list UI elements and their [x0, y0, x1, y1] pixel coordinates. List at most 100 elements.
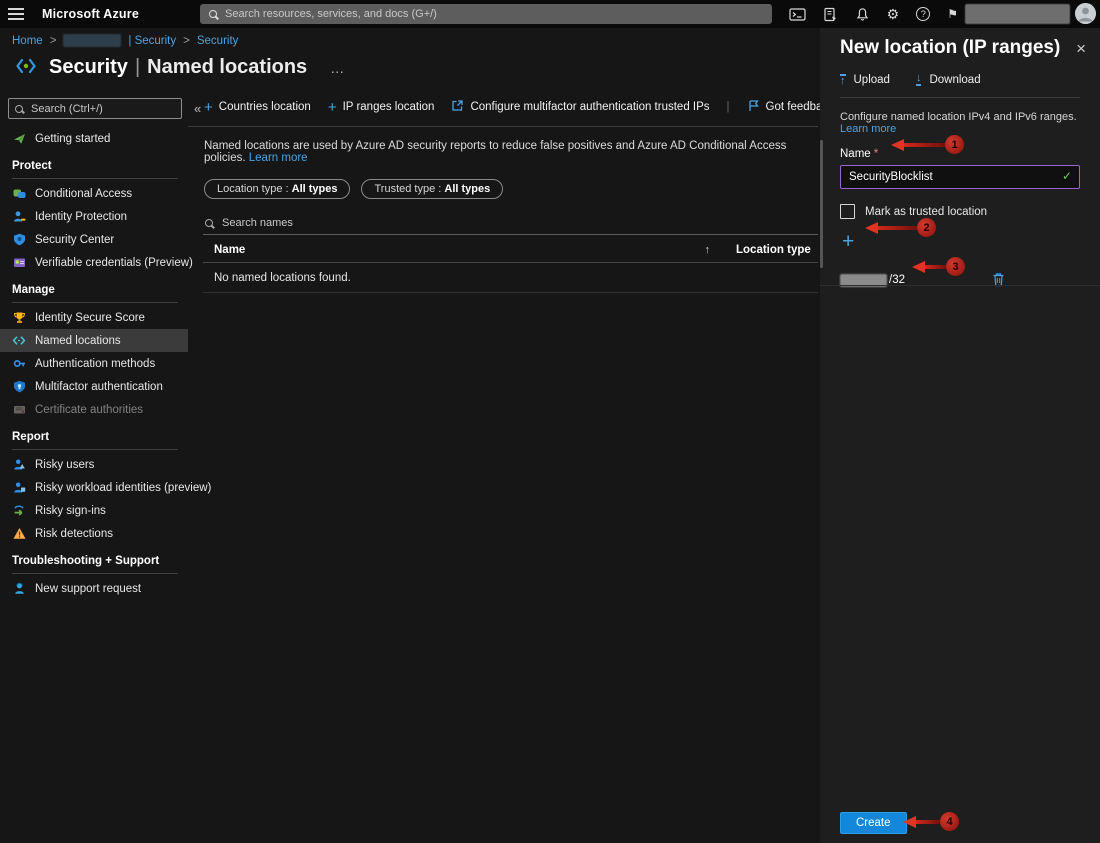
- table-header: Name ↑ Location type: [203, 235, 818, 263]
- annotation-number: 2: [917, 218, 936, 237]
- sidebar-item-label: Authentication methods: [35, 357, 156, 370]
- ip-ranges-location-button[interactable]: + IP ranges location: [327, 98, 435, 116]
- annotation-arrow-4: 4: [903, 812, 959, 831]
- named-locations-icon: [12, 334, 26, 347]
- plus-icon: +: [327, 98, 337, 116]
- divider: [12, 302, 178, 303]
- panel-scrollbar[interactable]: [820, 140, 823, 268]
- filter-trusted-type[interactable]: Trusted type : All types: [361, 179, 504, 199]
- sidebar-item-label: Identity Protection: [35, 210, 128, 223]
- names-search-input[interactable]: [220, 216, 812, 230]
- divider: [12, 178, 178, 179]
- download-button[interactable]: ↓ Download: [915, 73, 981, 86]
- sidebar-item-new-support-request[interactable]: New support request: [0, 577, 188, 600]
- settings-gear-icon[interactable]: ⚙: [887, 7, 900, 21]
- annotation-shaft: [904, 142, 946, 147]
- divider: [12, 449, 178, 450]
- sidebar-item-certificate-authorities[interactable]: Certificate authorities: [0, 398, 188, 421]
- sidebar-section-manage: Manage: [12, 284, 55, 296]
- search-icon: [205, 219, 213, 227]
- column-header-name[interactable]: Name: [214, 244, 705, 256]
- risky-sign-ins-icon: [12, 504, 26, 517]
- sidebar-item-conditional-access[interactable]: Conditional Access: [0, 182, 188, 205]
- configure-mfa-trusted-ips-button[interactable]: Configure multifactor authentication tru…: [451, 99, 710, 115]
- sidebar-item-label: New support request: [35, 582, 142, 595]
- top-bar: Microsoft Azure ⚙ ? ⚑: [0, 0, 1100, 28]
- filter-location-type[interactable]: Location type : All types: [204, 179, 351, 199]
- annotation-number: 3: [946, 257, 965, 276]
- annotation-shaft: [916, 819, 941, 824]
- panel-description: Configure named location IPv4 and IPv6 r…: [840, 111, 1080, 135]
- search-icon: [209, 10, 217, 18]
- sidebar-item-label: Security Center: [35, 233, 115, 246]
- annotation-arrow-3: 3: [912, 257, 965, 276]
- trusted-location-checkbox[interactable]: [840, 204, 855, 219]
- names-search[interactable]: [203, 214, 818, 235]
- sidebar-item-identity-protection[interactable]: Identity Protection: [0, 205, 188, 228]
- sidebar-item-risky-workload-identities[interactable]: Risky workload identities (preview): [0, 476, 211, 499]
- upload-label: Upload: [853, 74, 890, 86]
- create-button[interactable]: Create: [840, 812, 907, 834]
- trusted-location-row: Mark as trusted location: [840, 204, 1080, 219]
- global-search-input[interactable]: [223, 7, 763, 21]
- sidebar-item-identity-secure-score[interactable]: Identity Secure Score: [0, 306, 188, 329]
- sidebar-item-label: Risk detections: [35, 527, 113, 540]
- annotation-arrowhead: [903, 815, 916, 828]
- breadcrumb-page-link[interactable]: Security: [197, 35, 239, 47]
- empty-table-message: No named locations found.: [203, 263, 818, 293]
- account-name-redacted[interactable]: [965, 4, 1070, 24]
- feedback-icon[interactable]: ⚑: [947, 7, 958, 21]
- hamburger-menu-icon[interactable]: [8, 8, 24, 23]
- close-icon[interactable]: ×: [1076, 40, 1086, 57]
- security-center-icon: [12, 233, 26, 246]
- sidebar-item-security-center[interactable]: Security Center: [0, 228, 188, 251]
- upload-button[interactable]: ↑ Upload: [840, 74, 890, 87]
- panel-learn-more-link[interactable]: Learn more: [840, 123, 896, 135]
- annotation-number: 1: [945, 135, 964, 154]
- sort-ascending-icon[interactable]: ↑: [705, 244, 711, 256]
- notifications-bell-icon[interactable]: [855, 7, 870, 22]
- breadcrumb-directory-redacted[interactable]: [63, 34, 122, 47]
- sidebar-item-label: Multifactor authentication: [35, 380, 163, 393]
- delete-ip-trash-icon[interactable]: [992, 272, 1005, 290]
- annotation-arrowhead: [912, 260, 925, 273]
- azure-brand[interactable]: Microsoft Azure: [42, 7, 139, 21]
- annotation-arrow-1: 1: [891, 135, 964, 154]
- page-title: Security | Named locations: [49, 56, 307, 79]
- sidebar-section-troubleshooting: Troubleshooting + Support: [12, 555, 160, 567]
- add-ip-range-button[interactable]: +: [842, 231, 864, 252]
- countries-location-button[interactable]: + Countries location: [204, 100, 311, 115]
- location-name-input[interactable]: [840, 165, 1080, 189]
- sidebar-search[interactable]: [8, 98, 182, 119]
- sidebar-item-risk-detections[interactable]: Risk detections: [0, 522, 188, 545]
- breadcrumb-home-link[interactable]: Home: [12, 35, 43, 47]
- sidebar-item-multifactor-authentication[interactable]: Multifactor authentication: [0, 375, 188, 398]
- annotation-shaft: [878, 225, 918, 230]
- multifactor-authentication-icon: [12, 380, 26, 393]
- page-title-divider: |: [134, 56, 141, 78]
- directory-subscription-icon[interactable]: [823, 7, 838, 22]
- breadcrumb-separator: >: [49, 34, 57, 47]
- sidebar-search-input[interactable]: [29, 101, 175, 116]
- sidebar-item-getting-started[interactable]: Getting started: [0, 127, 188, 150]
- cloud-shell-icon[interactable]: [789, 7, 806, 22]
- configure-mfa-label: Configure multifactor authentication tru…: [470, 101, 710, 113]
- trusted-location-label: Mark as trusted location: [865, 205, 988, 218]
- sidebar-item-verifiable-credentials[interactable]: Verifiable credentials (Preview): [0, 251, 193, 274]
- breadcrumb-directory-security-link[interactable]: | Security: [128, 35, 176, 47]
- breadcrumb-separator: >: [183, 34, 190, 47]
- column-header-location-type[interactable]: Location type: [736, 244, 818, 256]
- avatar[interactable]: [1075, 3, 1096, 24]
- sidebar-item-named-locations[interactable]: Named locations: [0, 329, 188, 352]
- feedback-icon: [747, 99, 760, 115]
- help-icon[interactable]: ?: [916, 7, 931, 21]
- sidebar-item-risky-users[interactable]: Risky users: [0, 453, 188, 476]
- sidebar-item-authentication-methods[interactable]: Authentication methods: [0, 352, 188, 375]
- info-learn-more-link[interactable]: Learn more: [249, 152, 308, 164]
- more-actions-icon[interactable]: …: [330, 60, 344, 76]
- sidebar-item-risky-sign-ins[interactable]: Risky sign-ins: [0, 499, 188, 522]
- global-search[interactable]: [200, 4, 772, 24]
- main-content: + Countries location + IP ranges locatio…: [188, 90, 840, 843]
- info-text: Named locations are used by Azure AD sec…: [204, 140, 820, 164]
- sidebar-item-label: Named locations: [35, 334, 121, 347]
